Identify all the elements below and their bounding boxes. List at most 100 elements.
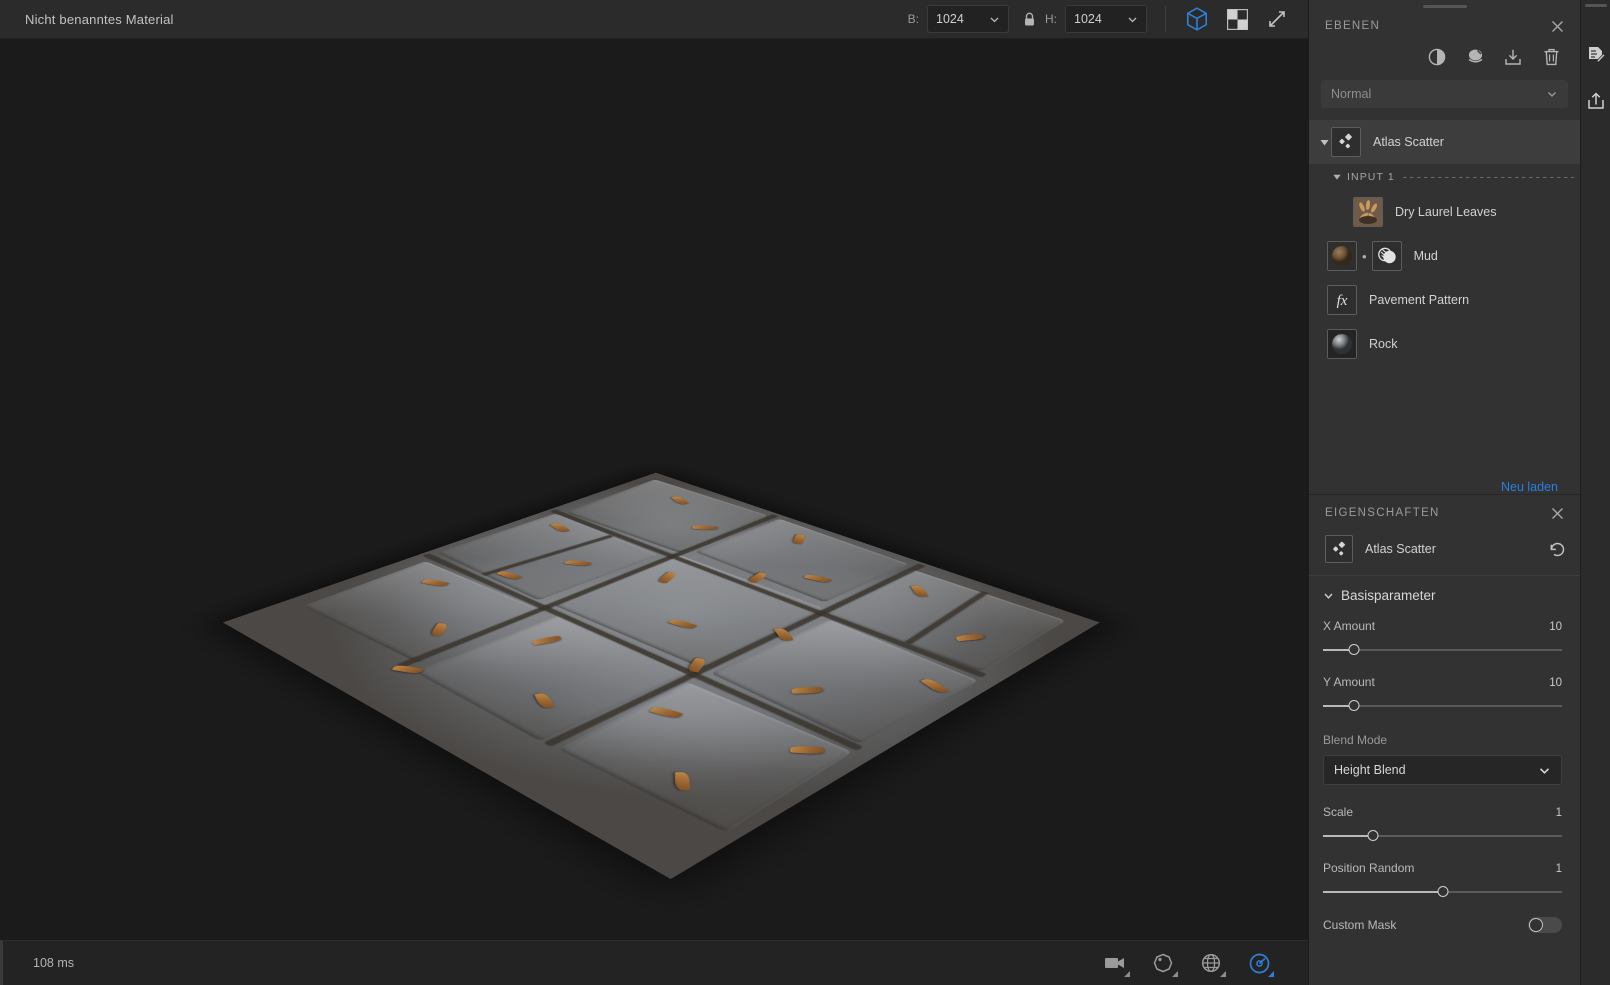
toolbar-separator (1165, 6, 1166, 32)
properties-subject-row: Atlas Scatter (1309, 531, 1580, 575)
param-label: X Amount (1323, 619, 1376, 633)
layer-row-mud[interactable]: • Mud (1309, 234, 1580, 278)
top-toolbar: Nicht benanntes Material B: 1024 H: 1024 (0, 0, 1308, 39)
document-edit-icon[interactable] (1584, 43, 1608, 67)
status-bar: 108 ms (0, 940, 1308, 985)
lock-icon[interactable] (1023, 12, 1036, 27)
topbar-controls: B: 1024 H: 1024 (908, 0, 1308, 38)
slider-knob[interactable] (1367, 830, 1379, 841)
trash-icon[interactable] (1540, 46, 1562, 68)
viewport-column: Nicht benanntes Material B: 1024 H: 1024… (0, 0, 1308, 985)
width-control: B: 1024 (908, 5, 1009, 33)
material-preview-plane[interactable] (222, 472, 1100, 880)
slider-fill (1323, 835, 1374, 837)
param-y-amount: Y Amount 10 (1309, 657, 1580, 713)
adjustment-circle-icon[interactable] (1426, 46, 1448, 68)
width-label: B: (907, 12, 919, 26)
input-group-label: INPUT 1 (1347, 171, 1395, 183)
chevron-down-icon[interactable] (1333, 173, 1341, 181)
layer-name: Atlas Scatter (1373, 135, 1444, 149)
chevron-down-icon (1127, 14, 1138, 25)
right-panel-column: EBENEN Normal Atlas Scatter INPUT 1 Dry … (1308, 0, 1580, 985)
material-plane-container (0, 39, 1268, 940)
rock-sphere-thumbnail (1327, 329, 1357, 359)
param-blend-mode: Blend Mode (1309, 713, 1580, 747)
layer-name: Pavement Pattern (1369, 293, 1470, 307)
layer-row-atlas-scatter[interactable]: Atlas Scatter (1309, 120, 1580, 164)
revert-icon[interactable] (1549, 542, 1566, 557)
reload-link[interactable]: Neu laden (1309, 462, 1580, 494)
material-sphere-icon[interactable] (1148, 948, 1178, 978)
environment-globe-icon[interactable] (1196, 948, 1226, 978)
properties-divider (1309, 575, 1580, 576)
slider-knob[interactable] (1348, 700, 1360, 711)
export-share-icon[interactable] (1584, 89, 1608, 113)
fx-icon: fx (1327, 285, 1357, 315)
layer-name: Rock (1369, 337, 1398, 351)
camera-icon[interactable] (1100, 948, 1130, 978)
custom-mask-toggle[interactable] (1528, 917, 1562, 933)
param-value: 1 (1555, 807, 1562, 819)
layer-row-rock[interactable]: Rock (1309, 322, 1580, 366)
properties-panel-header: EIGENSCHAFTEN (1309, 495, 1580, 531)
chevron-down-icon[interactable] (1317, 138, 1331, 147)
param-value: 10 (1549, 677, 1562, 689)
application-window: Nicht benanntes Material B: 1024 H: 1024… (0, 0, 1610, 985)
chevron-down-icon (1538, 764, 1551, 777)
layer-name: Mud (1413, 249, 1438, 263)
width-value: 1024 (936, 12, 964, 26)
mud-sphere-thumbnail (1327, 241, 1357, 271)
close-icon[interactable] (1548, 504, 1566, 522)
param-value: 10 (1549, 621, 1562, 633)
param-x-amount: X Amount 10 (1309, 613, 1580, 657)
properties-subject-name: Atlas Scatter (1365, 542, 1436, 556)
slider-knob[interactable] (1348, 644, 1360, 655)
close-icon[interactable] (1548, 17, 1566, 35)
scale-slider[interactable] (1323, 829, 1562, 843)
layers-panel: EBENEN Normal Atlas Scatter INPUT 1 Dry … (1309, 8, 1580, 495)
param-scale: Scale 1 (1309, 785, 1580, 843)
3d-viewport[interactable] (0, 39, 1308, 940)
layers-panel-header: EBENEN (1309, 8, 1580, 44)
section-basisparameter[interactable]: Basisparameter (1309, 588, 1580, 613)
position-random-slider[interactable] (1323, 885, 1562, 899)
param-label: Y Amount (1323, 675, 1375, 689)
document-title: Nicht benanntes Material (25, 11, 174, 27)
layer-blend-mode-select[interactable]: Normal (1321, 80, 1568, 108)
expand-icon[interactable] (1260, 2, 1294, 36)
layers-toolbar (1309, 44, 1580, 76)
cube-3d-icon[interactable] (1180, 2, 1214, 36)
checker-2d-icon[interactable] (1220, 2, 1254, 36)
layer-row-pavement-pattern[interactable]: fx Pavement Pattern (1309, 278, 1580, 322)
chevron-down-icon[interactable] (1323, 590, 1334, 601)
mask-icon[interactable] (1371, 241, 1402, 271)
right-rail-toolbar (1580, 0, 1610, 985)
properties-panel: EIGENSCHAFTEN Atlas Scatter Basisparamet… (1309, 495, 1580, 985)
dropdown-corner-icon (1124, 971, 1130, 977)
section-title: Basisparameter (1341, 588, 1436, 603)
x-amount-slider[interactable] (1323, 643, 1562, 657)
height-control: H: 1024 (1045, 5, 1147, 33)
slider-knob[interactable] (1437, 886, 1448, 897)
param-custom-mask: Custom Mask (1309, 899, 1580, 933)
height-select[interactable]: 1024 (1065, 5, 1147, 33)
dropdown-corner-icon (1268, 971, 1274, 977)
blend-mode-value: Height Blend (1334, 763, 1406, 777)
rail-drag-handle[interactable] (1584, 4, 1607, 7)
render-mode-icon[interactable] (1244, 948, 1274, 978)
toggle-knob (1529, 918, 1543, 932)
width-select[interactable]: 1024 (927, 5, 1009, 33)
input-group-header[interactable]: INPUT 1 (1309, 164, 1580, 190)
param-label: Position Random (1323, 861, 1415, 875)
y-amount-slider[interactable] (1323, 699, 1562, 713)
layer-row-dry-laurel-leaves[interactable]: Dry Laurel Leaves (1309, 190, 1580, 234)
blend-mode-dropdown[interactable]: Height Blend (1323, 755, 1562, 785)
atlas-scatter-icon (1325, 535, 1353, 563)
import-icon[interactable] (1502, 46, 1524, 68)
chevron-down-icon (989, 14, 1000, 25)
dropdown-corner-icon (1220, 971, 1226, 977)
effects-icon[interactable] (1464, 46, 1486, 68)
param-label: Scale (1323, 805, 1354, 819)
param-position-random: Position Random 1 (1309, 843, 1580, 899)
viewport-icon-group (1100, 948, 1290, 978)
